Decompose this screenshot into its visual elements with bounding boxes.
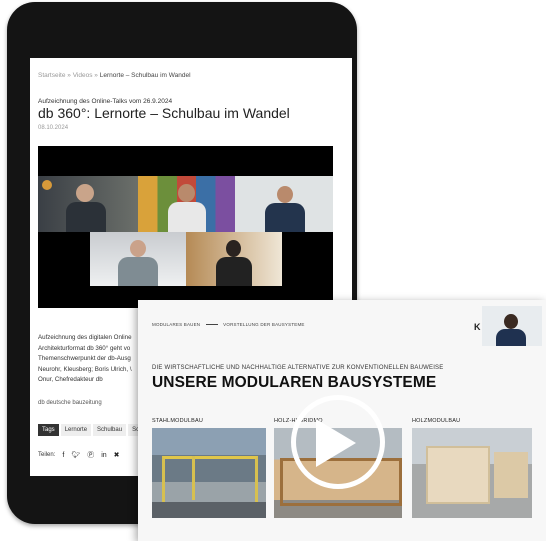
participant-figure xyxy=(76,184,94,202)
video-card[interactable]: MODULARES BAUEN VORSTELLUNG DER BAUSYSTE… xyxy=(138,300,546,541)
card-breadcrumb-item: MODULARES BAUEN xyxy=(152,322,201,327)
photo-timber-modules xyxy=(412,428,532,518)
body-line: Aufzeichnung des digitalen Online xyxy=(38,334,132,341)
page-title: db 360°: Lernorte – Schulbau im Wandel xyxy=(38,105,290,121)
video-tile-2 xyxy=(138,176,235,232)
breadcrumb: Startseite » Videos » Lernorte – Schulba… xyxy=(38,72,191,79)
source-link[interactable]: db deutsche bauzeitung xyxy=(38,400,102,406)
participant-figure xyxy=(277,186,293,203)
twitter-icon[interactable]: 🐦︎ xyxy=(71,451,80,459)
participant-figure xyxy=(118,257,158,286)
presenter-camera xyxy=(482,306,542,346)
card-breadcrumb: MODULARES BAUEN VORSTELLUNG DER BAUSYSTE… xyxy=(152,322,305,327)
share-label: Teilen: xyxy=(38,452,56,458)
video-tile-3 xyxy=(235,176,333,232)
logo-badge xyxy=(42,180,52,190)
logo-letter: K xyxy=(474,322,481,332)
column-label-holz: HOLZMODULBAU xyxy=(412,418,461,424)
body-line: Onur, Chefredakteur db xyxy=(38,376,103,383)
card-headline: UNSERE MODULAREN BAUSYSTEME xyxy=(152,374,437,391)
linkedin-icon[interactable]: in xyxy=(101,452,106,459)
breadcrumb-divider xyxy=(205,324,218,326)
steel-frame xyxy=(162,456,258,506)
video-tile-5 xyxy=(186,232,282,286)
body-line: Neurohr, Kleusberg; Boris Ulrich, \ xyxy=(38,365,132,373)
breadcrumb-current: Lernorte – Schulbau im Wandel xyxy=(99,72,191,79)
participant-figure xyxy=(226,240,241,257)
tag-list: Tags Lernorte Schulbau Sch xyxy=(38,424,147,436)
facebook-icon[interactable]: f xyxy=(62,452,64,459)
timber-module xyxy=(494,452,528,498)
pinterest-icon[interactable]: Ⓟ xyxy=(87,450,94,460)
breadcrumb-separator: » xyxy=(94,72,98,79)
tag-lernorte[interactable]: Lernorte xyxy=(60,424,92,436)
video-player[interactable] xyxy=(38,146,333,308)
publish-date: 08.10.2024 xyxy=(38,125,69,131)
body-line: Themenschwerpunkt der db-Ausg xyxy=(38,355,131,362)
participant-figure xyxy=(178,184,195,202)
card-breadcrumb-item: VORSTELLUNG DER BAUSYSTEME xyxy=(223,322,305,327)
participant-figure xyxy=(66,202,106,232)
article-kicker: Aufzeichnung des Online-Talks vom 26.9.2… xyxy=(38,98,173,105)
presenter-figure xyxy=(504,314,518,329)
photo-steel-modules xyxy=(152,428,266,518)
column-label-stahl: STAHLMODULBAU xyxy=(152,418,204,424)
video-tile-4 xyxy=(90,232,186,286)
tag-schulbau[interactable]: Schulbau xyxy=(93,424,127,436)
participant-figure xyxy=(216,257,252,286)
breadcrumb-videos[interactable]: Videos xyxy=(73,72,93,79)
article-body: Aufzeichnung des digitalen Online Archit… xyxy=(38,333,143,386)
timber-module xyxy=(426,446,490,504)
participant-figure xyxy=(168,202,206,232)
floor xyxy=(152,502,266,518)
xing-icon[interactable]: ✖ xyxy=(114,451,120,459)
body-line: Architekturformat db 360° geht vo xyxy=(38,344,131,352)
participant-figure xyxy=(265,203,305,232)
play-icon[interactable] xyxy=(316,419,356,467)
presenter-figure xyxy=(496,329,526,346)
participant-figure xyxy=(130,240,146,257)
steel-frame xyxy=(192,456,195,500)
breadcrumb-home[interactable]: Startseite xyxy=(38,72,65,79)
share-bar: Teilen: f 🐦︎ Ⓟ in ✖ xyxy=(38,450,120,460)
video-tile-1 xyxy=(38,176,138,232)
card-subheading: DIE WIRTSCHAFTLICHE UND NACHHALTIGE ALTE… xyxy=(152,365,444,371)
tags-label: Tags xyxy=(38,424,59,436)
breadcrumb-separator: » xyxy=(67,72,71,79)
